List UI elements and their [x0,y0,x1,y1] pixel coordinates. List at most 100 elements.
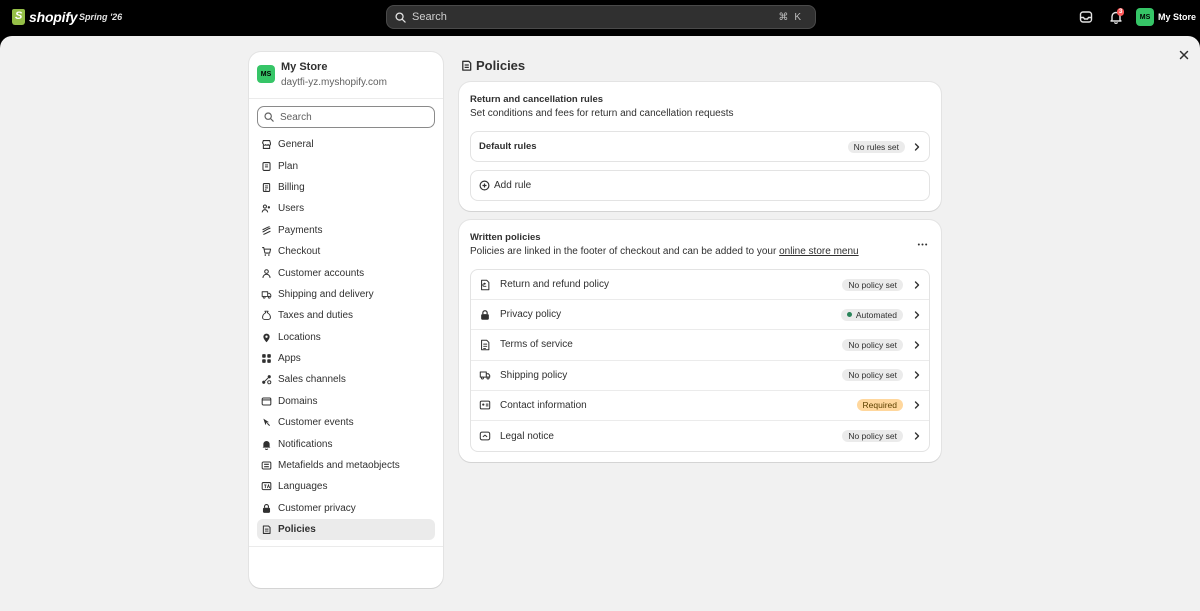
person-icon [262,268,271,278]
page-title: Policies [476,58,526,73]
sidebar-item-sales-channels[interactable]: Sales channels [257,369,435,390]
status-badge-text: No policy set [848,339,897,350]
avatar[interactable]: MS [1136,8,1154,26]
tax-icon [262,311,271,321]
chevron-right-icon [914,371,920,379]
store-domain: daytfi-yz.myshopify.com [281,77,387,88]
sidebar-item-customer-accounts[interactable]: Customer accounts [257,262,435,283]
sidebar-item-label: Sales channels [278,374,346,386]
written-policies-card: Written policies Policies are linked in … [459,220,941,462]
contact-icon [479,400,491,410]
policy-label: Contact information [500,399,587,411]
chevron-right-icon [914,311,920,319]
sidebar-item-payments[interactable]: Payments [257,220,435,241]
chevron-right-icon [914,142,920,151]
sidebar-item-label: Apps [278,353,301,365]
sidebar-item-taxes-and-duties[interactable]: Taxes and duties [257,305,435,326]
metafields-icon [261,461,272,470]
status-badge-text: Automated [855,309,897,320]
sidebar-item-customer-events[interactable]: Customer events [257,412,435,433]
sidebar-item-label: Domains [278,395,318,407]
status-badge-text: No policy set [848,370,897,381]
status-badge: No policy set [842,338,903,351]
sidebar-item-label: Locations [278,331,321,343]
divider [249,546,443,547]
policy-row-terms-of-service[interactable]: Terms of service No policy set [471,330,929,361]
policy-label: Shipping policy [500,369,568,381]
chevron-right-icon [914,432,920,440]
status-badge-text: No policy set [848,279,897,290]
store-avatar: MS [257,65,275,83]
global-search-bar[interactable]: Search ⌘K [386,5,816,29]
sidebar-item-shipping-and-delivery[interactable]: Shipping and delivery [257,284,435,305]
policy-list: Return and refund policy No policy set Pri… [470,269,930,452]
chevron-right-icon [914,341,920,349]
policy-row-privacy-policy[interactable]: Privacy policy Automated [471,300,929,331]
sidebar-item-notifications[interactable]: Notifications [257,433,435,454]
sidebar-item-label: Checkout [278,246,321,258]
online-store-menu-link[interactable]: online store menu [779,246,859,257]
sidebar-item-locations[interactable]: Locations [257,327,435,348]
status-badge: No rules set [847,140,905,153]
sidebar-item-apps[interactable]: Apps [257,348,435,369]
sidebar-item-label: General [278,139,314,151]
account-store-name[interactable]: My Store [1158,12,1196,22]
lock-icon [481,309,489,320]
truck-icon [261,291,272,299]
policies-icon [262,525,271,535]
divider [249,98,443,99]
plan-icon [262,161,271,171]
return-icon [481,279,490,290]
policy-row-return-and-refund-policy[interactable]: Return and refund policy No policy set [471,270,929,301]
sidebar-item-metafields-and-metaobjects[interactable]: Metafields and metaobjects [257,455,435,476]
version-label: Spring '26 [79,12,123,22]
policy-row-legal-notice[interactable]: Legal notice No policy set [471,421,929,451]
card-subtitle: Set conditions and fees for return and c… [470,108,734,119]
search-icon [395,11,406,23]
sidebar-item-label: Plan [278,160,299,172]
add-rule-button[interactable]: Add rule [470,170,930,201]
status-badge-text: Required [862,400,898,411]
sidebar-item-label: Languages [278,481,328,493]
status-badge: Required [856,399,903,412]
settings-search-placeholder: Search [280,111,312,123]
cart-icon [262,247,272,256]
settings-search-input[interactable]: Search [257,106,435,128]
global-search-placeholder: Search [412,11,447,23]
sidebar-item-general[interactable]: General [257,134,435,155]
sidebar-item-billing[interactable]: Billing [257,177,435,198]
globe-icon [261,397,272,406]
policy-label: Terms of service [500,339,573,351]
sidebar-item-checkout[interactable]: Checkout [257,241,435,262]
policy-label: Privacy policy [500,309,562,321]
users-icon [261,204,271,213]
sidebar-item-label: Customer accounts [278,267,365,279]
sidebar-item-domains[interactable]: Domains [257,391,435,412]
payments-icon [262,225,271,235]
sidebar-item-customer-privacy[interactable]: Customer privacy [257,498,435,519]
language-icon [261,482,272,491]
more-actions-icon[interactable] [917,239,928,250]
channels-icon [262,375,272,385]
policies-icon [462,60,472,71]
policy-row-contact-information[interactable]: Contact information Required [471,391,929,421]
default-rules-row[interactable]: Default rules No rules set [470,131,930,162]
logo-text: shopify [29,9,78,25]
sidebar-item-users[interactable]: Users [257,198,435,219]
sidebar-item-plan[interactable]: Plan [257,155,435,176]
truck-icon [479,371,491,380]
shopify-logo[interactable]: shopify [12,9,78,25]
policy-label: Legal notice [500,430,554,442]
sidebar-item-languages[interactable]: Languages [257,476,435,497]
policy-row-shipping-policy[interactable]: Shipping policy No policy set [471,361,929,391]
sidebar-item-label: Payments [278,224,323,236]
sidebar-item-policies[interactable]: Policies [257,519,435,541]
card-title: Written policies [470,232,541,243]
settings-nav: General Plan Billing Users Payments Checkout C… [257,134,435,541]
sidebar-item-label: Notifications [278,438,333,450]
close-settings-button[interactable] [1173,44,1195,66]
search-shortcut: ⌘K [778,11,807,23]
lock-icon [262,503,271,513]
plus-circle-icon [479,180,490,191]
inbox-icon[interactable] [1079,10,1093,24]
